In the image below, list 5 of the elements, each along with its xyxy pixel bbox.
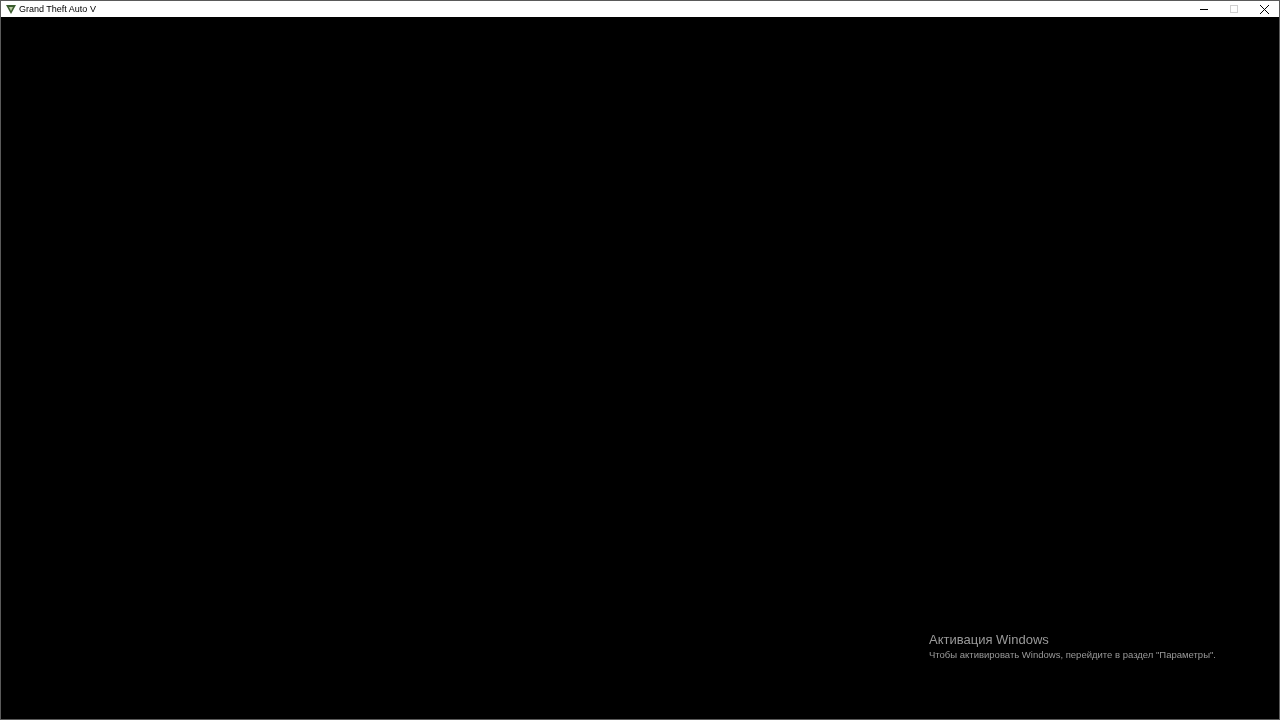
activation-title: Активация Windows (929, 632, 1050, 648)
logo-icon (6, 4, 16, 14)
close-icon (1259, 4, 1269, 14)
window-title: Grand Theft Auto V (19, 4, 96, 14)
activation-message: Чтобы активировать Windows, перейдите в раздел "Параметры". (929, 648, 1216, 662)
